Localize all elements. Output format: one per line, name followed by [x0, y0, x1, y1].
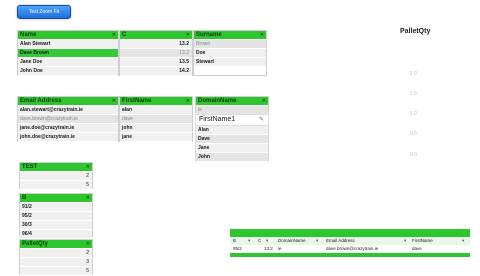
test-slicer: TEST ✕ 2 5: [19, 162, 93, 190]
slicer-item-email-alan[interactable]: alan.stewart@crazytrain.ie: [18, 106, 118, 115]
col-b[interactable]: B: [233, 237, 236, 245]
palletqty-chart-title: PalletQty: [400, 28, 431, 35]
slicer-item-john[interactable]: john: [120, 124, 192, 133]
slicer-item-jane-doe[interactable]: Jane Doe: [18, 58, 118, 67]
slicer-item-b-30-3[interactable]: 30/3: [20, 221, 92, 230]
slicer-item-brown[interactable]: Brown: [194, 40, 266, 49]
surname-slicer: Surname ✕ Brown Doe Stewart: [193, 30, 267, 76]
filter-clear-icon[interactable]: ✕: [112, 97, 116, 105]
slicer-item-c-3[interactable]: 13.5: [120, 58, 192, 67]
axis-tick: 2.0: [410, 71, 417, 77]
col-c[interactable]: C: [258, 237, 261, 245]
slicer-item-b-91-2[interactable]: 91/2: [20, 203, 92, 212]
slicer-item-c-1[interactable]: 13.2: [120, 40, 192, 49]
slicer-item-alan[interactable]: alan: [120, 106, 192, 115]
dropdown-icon[interactable]: ▾: [462, 237, 464, 245]
cell-b[interactable]: 95/2: [233, 245, 242, 253]
col-firstname[interactable]: FirstName: [412, 237, 433, 245]
email-slicer: Email Address ✕ alan.stewart@crazytrain.i…: [17, 96, 119, 142]
surname-slicer-header: Surname ✕: [194, 31, 266, 40]
firstname-slicer: FirstName ✕ alan dave john jane: [119, 96, 193, 142]
test-zoom-fit-button[interactable]: Test Zoom Fit: [17, 5, 71, 19]
axis-tick: 0.5: [410, 131, 417, 137]
pivot-table: B ▾ C ▾ DomainName ▾ Email Address ▾ Fir…: [230, 229, 470, 259]
slicer-item-pallet-3[interactable]: 3: [20, 258, 92, 267]
name-slicer: Name ✕ Alan Stewart Dave Brown Jane Doe J…: [17, 30, 119, 76]
col-domainname[interactable]: DomainName: [278, 237, 306, 245]
slicer-item-test-2[interactable]: 2: [20, 172, 92, 181]
test-slicer-header: TEST ✕: [20, 163, 92, 172]
domainname-slicer-header: DomainName ✕: [196, 97, 268, 106]
edit-icon[interactable]: ✎: [259, 115, 264, 125]
palletqty-slicer-header: PalletQty ✕: [20, 240, 92, 249]
filter-item-jane[interactable]: Jane: [196, 144, 268, 153]
table-row: 95/2 13.2 ie dave.brown@crazytrain.ie da…: [230, 245, 470, 253]
slicer-item-email-john[interactable]: john.doe@crazytrain.ie: [18, 133, 118, 142]
slicer-item-email-jane[interactable]: jane.doe@crazytrain.ie: [18, 124, 118, 133]
filter-clear-icon[interactable]: ✕: [86, 194, 90, 202]
domainname-slicer: DomainName ✕ ie: [195, 96, 269, 115]
slicer-item-email-dave[interactable]: dave.brown@crazytrain.ie: [18, 115, 118, 124]
cell-email[interactable]: dave.brown@crazytrain.ie: [326, 245, 378, 253]
b-slicer-header: B ✕: [20, 194, 92, 203]
slicer-item-b-95-2[interactable]: 95/2: [20, 212, 92, 221]
name-slicer-header: Name ✕: [18, 31, 118, 40]
filter-clear-icon[interactable]: ✕: [260, 31, 264, 39]
slicer-item-dave[interactable]: dave: [120, 115, 192, 124]
dropdown-icon[interactable]: ▾: [404, 237, 406, 245]
slicer-item-pallet-5[interactable]: 5: [20, 267, 92, 276]
slicer-item-b-96-4[interactable]: 96/4: [20, 230, 92, 239]
table-column-headers: B ▾ C ▾ DomainName ▾ Email Address ▾ Fir…: [230, 237, 470, 245]
filter-clear-icon[interactable]: ✕: [86, 240, 90, 248]
filter-item-john[interactable]: John: [196, 153, 268, 162]
filter-clear-icon[interactable]: ✕: [262, 97, 266, 105]
filter-clear-icon[interactable]: ✕: [112, 31, 116, 39]
dropdown-icon[interactable]: ▾: [316, 237, 318, 245]
cell-firstname[interactable]: dave: [412, 245, 422, 253]
axis-tick: 1.5: [410, 91, 417, 97]
cell-domainname[interactable]: ie: [278, 245, 282, 253]
email-slicer-header: Email Address ✕: [18, 97, 118, 106]
firstname-filter-input[interactable]: FirstName1 ✎: [196, 115, 268, 126]
col-email[interactable]: Email Address: [326, 237, 355, 245]
slicer-item-pallet-2[interactable]: 2: [20, 249, 92, 258]
slicer-item-john-doe[interactable]: John Doe: [18, 67, 118, 76]
dropdown-icon[interactable]: ▾: [248, 237, 250, 245]
slicer-item-c-4[interactable]: 14.2: [120, 67, 192, 76]
slicer-item-c-2[interactable]: 13.2: [120, 49, 192, 58]
filter-clear-icon[interactable]: ✕: [186, 31, 190, 39]
b-slicer: B ✕ 91/2 95/2 30/3 96/4: [19, 193, 93, 239]
filter-item-dave[interactable]: Dave: [196, 135, 268, 144]
table-header-bar: [230, 229, 470, 237]
filter-clear-icon[interactable]: ✕: [86, 163, 90, 171]
c-slicer-header: C ✕: [120, 31, 192, 40]
slicer-item-dave-brown[interactable]: Dave Brown: [18, 49, 118, 58]
dropdown-icon[interactable]: ▾: [266, 237, 268, 245]
axis-tick: 1.0: [410, 111, 417, 117]
firstname-filter: FirstName1 ✎ Alan Dave Jane John: [195, 114, 269, 162]
slicer-item-stewart[interactable]: Stewart: [194, 58, 266, 67]
table-footer-bar: [230, 253, 470, 257]
filter-item-alan[interactable]: Alan: [196, 126, 268, 135]
c-slicer: C ✕ 13.2 13.2 13.5 14.2: [119, 30, 193, 76]
slicer-item-alan-stewart[interactable]: Alan Stewart: [18, 40, 118, 49]
firstname-slicer-header: FirstName ✕: [120, 97, 192, 106]
slicer-item-test-5[interactable]: 5: [20, 181, 92, 190]
slicer-item-jane[interactable]: jane: [120, 133, 192, 142]
filter-clear-icon[interactable]: ✕: [186, 97, 190, 105]
slicer-item-doe[interactable]: Doe: [194, 49, 266, 58]
axis-tick: 0.0: [410, 152, 417, 158]
cell-c[interactable]: 13.2: [264, 245, 273, 253]
